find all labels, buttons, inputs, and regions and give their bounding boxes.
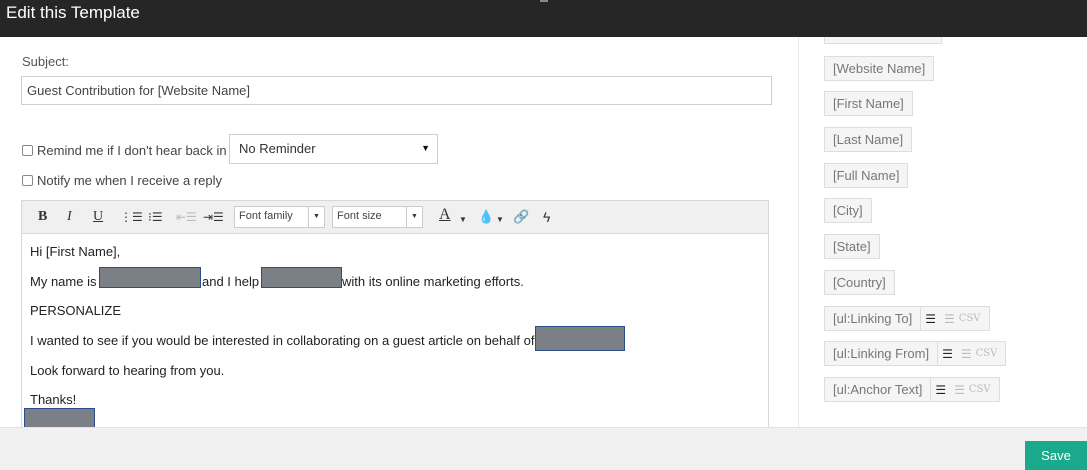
notify-label: Notify me when I receive a reply [37, 173, 222, 188]
font-size-select[interactable]: Font size ▼ [332, 206, 423, 228]
title-bar: Edit this Template [0, 0, 1087, 37]
caret-down-icon: ▼ [421, 143, 430, 153]
body-closing: Look forward to hearing from you. [30, 363, 225, 378]
merge-tag-linking-from: [ul:Linking From] ☰ ☰ CSV [824, 341, 1007, 366]
merge-tag-country[interactable]: [Country] [824, 270, 895, 295]
subject-input[interactable] [21, 76, 772, 105]
redacted-block [261, 267, 342, 288]
highlight-color-icon[interactable]: 💧 [478, 210, 494, 224]
numbered-list-icon[interactable]: ☰ [950, 383, 969, 397]
drag-handle[interactable] [540, 0, 548, 2]
font-family-select[interactable]: Font family ▼ [234, 206, 325, 228]
text-color-icon[interactable]: A [439, 207, 451, 223]
merge-tag-linking-to-label[interactable]: [ul:Linking To] [825, 307, 920, 330]
merge-tag-anchor-text-label[interactable]: [ul:Anchor Text] [825, 378, 930, 401]
remind-checkbox[interactable] [22, 145, 33, 156]
numbered-list-icon[interactable]: ☰ [957, 347, 976, 361]
caret-down-icon[interactable]: ▼ [459, 213, 467, 227]
indent-icon[interactable]: ⇥☰ [203, 210, 224, 224]
notify-row: Notify me when I receive a reply [22, 173, 222, 188]
body-intro-a: My name is [30, 274, 97, 289]
bullet-list-icon[interactable]: ⁝☰ [148, 210, 163, 224]
bullet-list-icon[interactable]: ☰ [921, 312, 940, 326]
csv-option[interactable]: CSV [969, 384, 999, 395]
merge-tag-linking-from-label[interactable]: [ul:Linking From] [825, 342, 937, 365]
template-form: Subject: Remind me if I don't hear back … [0, 37, 798, 430]
editor-toolbar: B I U ⋮☰ ⁝☰ ⇤☰ ⇥☰ Font family ▼ Font siz… [22, 201, 768, 234]
caret-down-icon: ▼ [406, 207, 422, 227]
window-title: Edit this Template [6, 3, 140, 22]
remind-label: Remind me if I don't hear back in [37, 143, 227, 158]
merge-tag-full-name[interactable]: [Full Name] [824, 163, 909, 188]
merge-tag-linking-to: [ul:Linking To] ☰ ☰ CSV [824, 306, 990, 331]
caret-down-icon: ▼ [308, 207, 324, 227]
body-signoff: Thanks! [30, 392, 77, 407]
underline-icon[interactable]: U [93, 210, 103, 224]
redacted-block [535, 326, 625, 351]
bold-icon[interactable]: B [38, 210, 47, 224]
body-greeting: Hi [First Name], [30, 244, 121, 259]
reminder-select[interactable]: No Reminder ▼ [229, 134, 438, 164]
merge-tag-last-name[interactable]: [Last Name] [824, 127, 913, 152]
reminder-select-value: No Reminder [239, 141, 316, 156]
redacted-block [99, 267, 201, 288]
merge-tag-partial[interactable] [824, 37, 942, 44]
numbered-list-icon[interactable]: ⋮☰ [120, 210, 143, 224]
italic-icon[interactable]: I [67, 210, 72, 224]
body-personalize: PERSONALIZE [30, 303, 122, 318]
merge-tag-state[interactable]: [State] [824, 234, 880, 259]
subject-label: Subject: [22, 54, 69, 69]
editor-content[interactable]: Hi [First Name], My name is and I help w… [22, 235, 768, 430]
numbered-list-icon[interactable]: ☰ [940, 312, 959, 326]
notify-checkbox[interactable] [22, 175, 33, 186]
font-family-label: Font family [239, 210, 293, 222]
bullet-list-icon[interactable]: ☰ [938, 347, 957, 361]
merge-tag-website-name[interactable]: [Website Name] [824, 56, 935, 81]
save-button[interactable]: Save [1025, 441, 1087, 470]
remind-row: Remind me if I don't hear back in [22, 143, 227, 158]
modal-footer [0, 427, 1087, 470]
email-body-editor: B I U ⋮☰ ⁝☰ ⇤☰ ⇥☰ Font family ▼ Font siz… [21, 200, 769, 430]
csv-option[interactable]: CSV [959, 313, 989, 324]
merge-tag-anchor-text: [ul:Anchor Text] ☰ ☰ CSV [824, 377, 1000, 402]
font-size-label: Font size [337, 210, 382, 222]
outdent-icon[interactable]: ⇤☰ [176, 210, 197, 224]
body-intro-c: with its online marketing efforts. [342, 274, 524, 289]
caret-down-icon[interactable]: ▼ [496, 213, 504, 227]
csv-option[interactable]: CSV [976, 348, 1006, 359]
link-icon[interactable]: 🔗 [513, 210, 529, 224]
body-pitch: I wanted to see if you would be interest… [30, 333, 535, 348]
lightning-icon[interactable]: ϟ [543, 210, 550, 224]
merge-tag-city[interactable]: [City] [824, 198, 872, 223]
merge-tag-first-name[interactable]: [First Name] [824, 91, 913, 116]
body-intro-b: and I help [202, 274, 260, 289]
bullet-list-icon[interactable]: ☰ [931, 383, 950, 397]
